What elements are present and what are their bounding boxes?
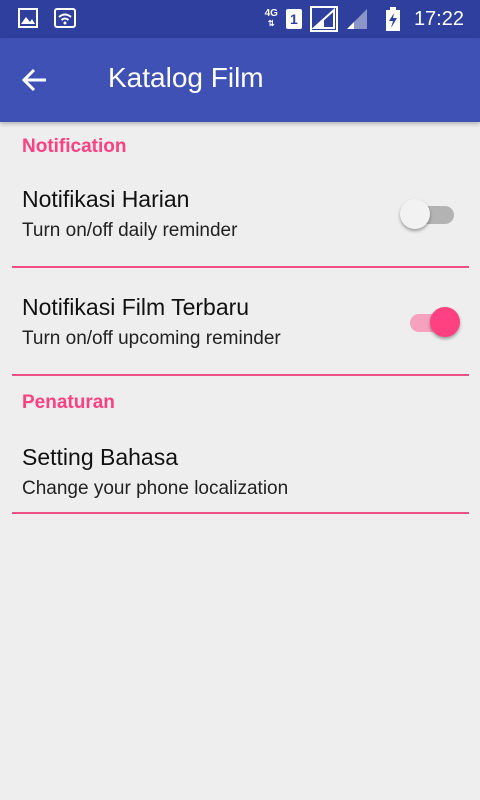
status-bar: 4G ⇅ 1 17:22 bbox=[0, 0, 480, 38]
pref-summary: Turn on/off upcoming reminder bbox=[22, 328, 281, 349]
signal-weak-icon bbox=[346, 8, 368, 30]
pref-summary: Change your phone localization bbox=[22, 478, 289, 499]
daily-reminder-switch[interactable] bbox=[400, 196, 460, 232]
divider bbox=[12, 512, 469, 514]
pref-item-daily-reminder[interactable]: Notifikasi Harian Turn on/off daily remi… bbox=[0, 168, 480, 268]
network-type-label: 4G ⇅ bbox=[264, 8, 278, 29]
pref-title: Notifikasi Harian bbox=[22, 186, 190, 212]
section-header-penaturan: Penaturan bbox=[22, 392, 115, 413]
pref-title: Notifikasi Film Terbaru bbox=[22, 294, 250, 320]
pref-item-language-setting[interactable]: Setting Bahasa Change your phone localiz… bbox=[0, 426, 480, 512]
page-title: Katalog Film bbox=[108, 62, 264, 93]
app-bar: Katalog Film bbox=[0, 38, 480, 122]
pref-item-upcoming-reminder[interactable]: Notifikasi Film Terbaru Turn on/off upco… bbox=[0, 276, 480, 376]
divider bbox=[12, 266, 469, 268]
wifi-icon bbox=[54, 8, 76, 28]
divider bbox=[12, 374, 469, 376]
switch-thumb bbox=[400, 199, 430, 229]
status-time: 17:22 bbox=[413, 7, 464, 30]
upcoming-reminder-switch[interactable] bbox=[402, 304, 462, 340]
switch-thumb bbox=[430, 307, 460, 337]
signal-icon bbox=[309, 6, 338, 32]
sim-slot-badge: 1 bbox=[285, 9, 302, 29]
pref-summary: Turn on/off daily reminder bbox=[22, 220, 238, 241]
pref-title: Setting Bahasa bbox=[22, 444, 179, 470]
battery-charging-icon bbox=[385, 7, 400, 31]
section-header-notification: Notification bbox=[22, 136, 127, 157]
gallery-icon bbox=[18, 8, 38, 28]
arrow-back-icon[interactable] bbox=[20, 66, 52, 94]
